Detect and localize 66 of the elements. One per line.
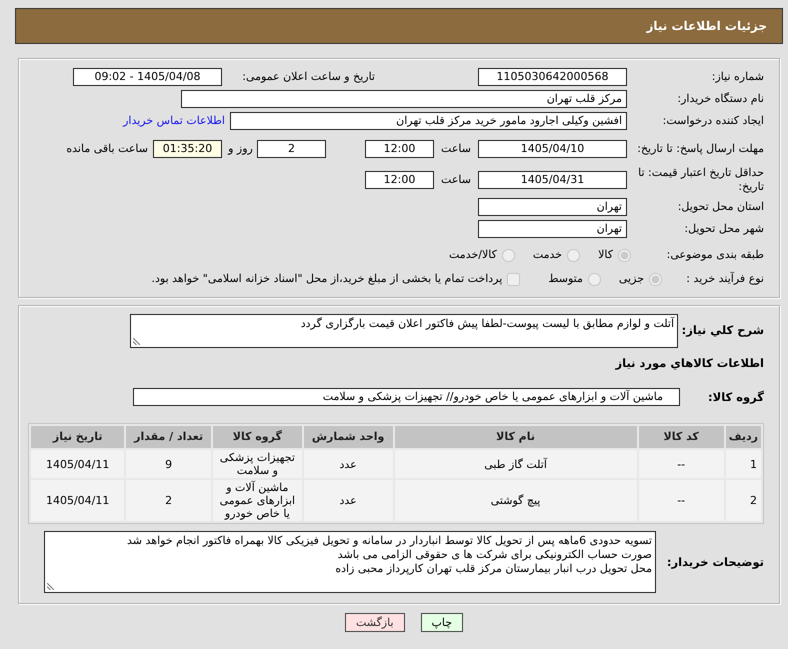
table-cell: 2 — [726, 480, 761, 522]
field-label: اطلاعات کالاهاي مورد نياز — [616, 355, 764, 372]
text-field[interactable]: 2 — [257, 140, 326, 158]
field-label: شهر محل تحویل: — [683, 222, 764, 236]
text-field[interactable]: 01:35:20 — [153, 140, 222, 158]
contact-info-link[interactable]: اطلاعات تماس خریدار — [123, 112, 225, 130]
print-button[interactable]: چاپ — [420, 613, 464, 632]
column-header: واحد شمارش — [304, 426, 393, 448]
field-label: استان محل تحویل: — [676, 200, 764, 214]
table-cell: 1405/04/11 — [31, 480, 124, 522]
field-label: ساعت — [440, 140, 472, 157]
field-label: شرح کلي نياز: — [680, 322, 764, 340]
column-header: نام کالا — [394, 426, 637, 448]
column-header: کد کالا — [638, 426, 724, 448]
column-header: گروه کالا — [212, 426, 302, 448]
field-label: تاریخ و ساعت اعلان عمومی: — [241, 68, 375, 85]
resize-grip-icon[interactable] — [133, 338, 140, 345]
text-field[interactable]: تهران — [478, 220, 627, 238]
field-label: نام دستگاه خریدار: — [676, 92, 764, 106]
text-field[interactable]: 1105030642000568 — [478, 68, 627, 86]
table-cell: تجهیزات پزشکی و سلامت — [212, 450, 302, 478]
field-label: ایجاد کننده درخواست: — [662, 114, 764, 128]
checkbox-label: پرداخت تمام یا بخشی از مبلغ خرید،از محل "اسناد خزانه اسلامی" خواهد بود. — [152, 270, 502, 287]
text-field[interactable]: مرکز قلب تهران — [181, 90, 627, 108]
table-cell: -- — [638, 450, 724, 478]
description-field[interactable]: آتلت و لوازم مطابق با لیست پیوست-لطفا پیش فاکتور اعلان قیمت بارگزاری گردد — [130, 314, 678, 348]
text-field[interactable]: 12:00 — [365, 140, 434, 158]
resize-grip-icon[interactable] — [47, 583, 54, 590]
radio-label: کالا — [598, 246, 613, 263]
text-field[interactable]: ماشین آلات و ابزارهای عمومی یا خاص خودرو// تجهیزات پزشکی و سلامت — [133, 388, 680, 406]
field-label: روز و — [226, 140, 254, 157]
radio-label: خدمت — [532, 246, 562, 263]
field-label: شماره نیاز: — [710, 70, 764, 84]
text-field[interactable]: 1405/04/10 — [478, 140, 627, 158]
table-cell: پیچ گوشتی — [394, 480, 637, 522]
table-cell: -- — [638, 480, 724, 522]
field-label: نوع فرآیند خرید : — [685, 272, 764, 286]
field-label: ساعت باقی مانده — [66, 140, 148, 157]
table-cell: 2 — [126, 480, 211, 522]
field-label: گروه کالا: — [707, 388, 764, 406]
table-cell: 1405/04/11 — [31, 450, 124, 478]
field-label: حداقل تاریخ اعتبار قیمت: تا تاریخ: — [637, 166, 764, 194]
table-cell: آتلت گاز طبی — [394, 450, 637, 478]
table-cell: عدد — [304, 480, 393, 522]
field-label: مهلت ارسال پاسخ: تا تاریخ: — [636, 142, 764, 156]
text-field[interactable]: 1405/04/08 - 09:02 — [73, 68, 222, 86]
back-button[interactable]: بازگشت — [344, 613, 405, 632]
text-field[interactable]: افشین وکیلی اجارود مامور خرید مرکز قلب تهران — [230, 112, 627, 130]
field-label: توضیحات خریدار: — [666, 554, 764, 571]
table-cell: عدد — [304, 450, 393, 478]
table-cell: 1 — [726, 450, 761, 478]
radio-label: کالا/خدمت — [449, 246, 497, 263]
table-cell: 9 — [126, 450, 211, 478]
radio-label: جزیی — [618, 270, 644, 287]
column-header: تعداد / مقدار — [126, 426, 211, 448]
field-label: طبقه بندی موضوعی: — [666, 248, 764, 262]
column-header: ردیف — [726, 426, 761, 448]
field-label: ساعت — [440, 172, 472, 188]
text-field[interactable]: تهران — [478, 198, 627, 216]
table-cell: ماشین آلات و ابزارهای عمومی یا خاص خودرو — [212, 480, 302, 522]
page-title: جزئیات اطلاعات نیاز — [646, 18, 767, 35]
text-field[interactable]: 12:00 — [365, 171, 434, 189]
text-field[interactable]: 1405/04/31 — [478, 171, 627, 189]
radio-label: متوسط — [548, 270, 583, 287]
column-header: تاریخ نیاز — [31, 426, 124, 448]
notes-field[interactable]: تسویه حدودی 6ماهه پس از تحویل کالا توسط انباردار در سامانه و تحویل فیزیکی کالا بهمراه فاکتور انجام خواهد شد صورت حساب الکترونیکی برای شرکت ها ی حقوقی الزامی می باشد محل تحویل درب انبار بیمارستان مرکز قلب تهران کارپرداز محبی زاده — [44, 531, 656, 594]
